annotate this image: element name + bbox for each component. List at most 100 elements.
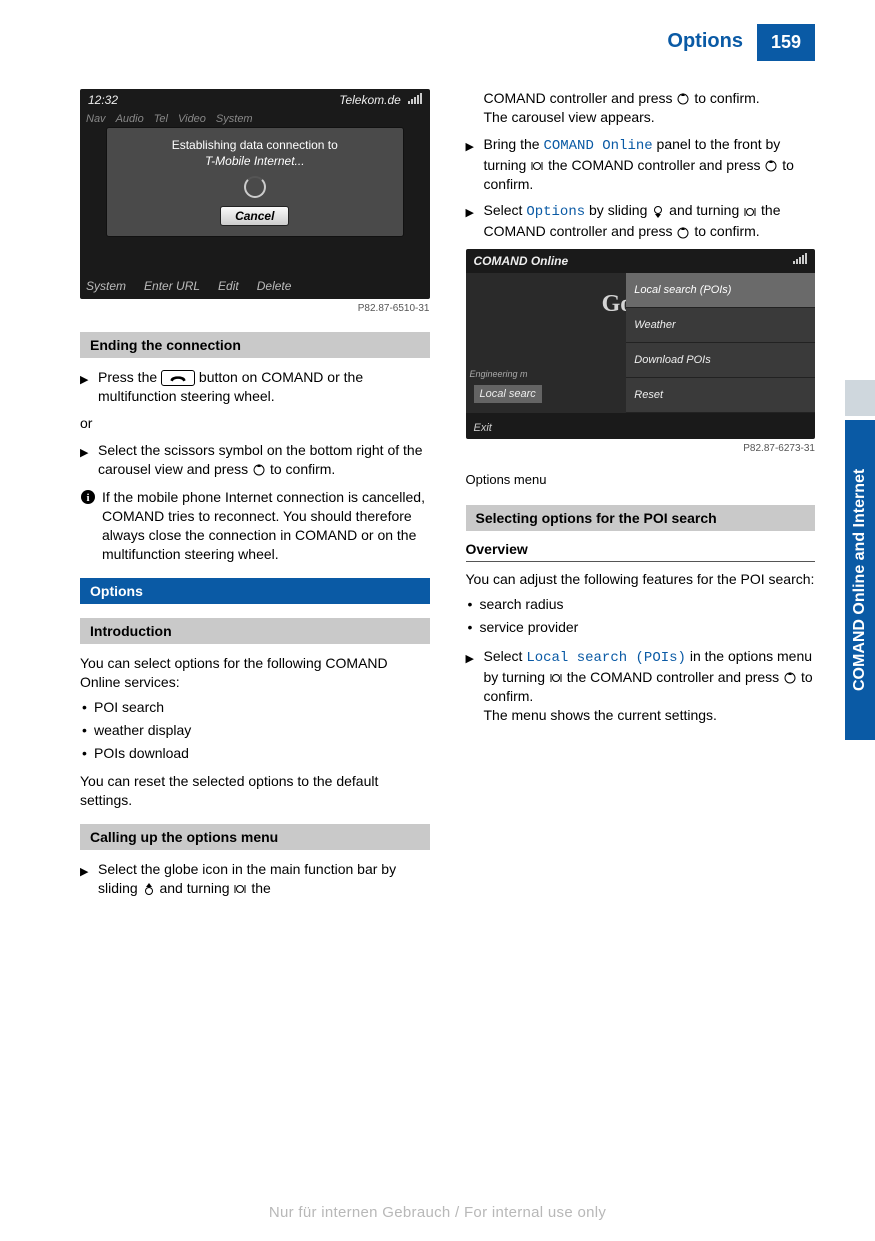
dialog-line2: T-Mobile Internet... bbox=[117, 154, 393, 168]
bottombar-item: System bbox=[86, 279, 126, 293]
svg-text:i: i bbox=[86, 492, 89, 504]
side-tab: COMAND Online and Internet bbox=[845, 420, 875, 740]
menubar-item: System bbox=[216, 113, 253, 125]
triangle-icon bbox=[466, 135, 484, 194]
turn-icon bbox=[743, 205, 757, 219]
subheading-overview: Overview bbox=[466, 541, 816, 562]
info-icon: i bbox=[80, 488, 102, 564]
code-text: COMAND Online bbox=[543, 138, 652, 154]
side-tab-spacer bbox=[845, 380, 875, 416]
step-text: and turning bbox=[159, 880, 233, 896]
press-icon bbox=[783, 671, 797, 685]
step-text: The carousel view appears. bbox=[484, 109, 655, 125]
fig2-title: COMAND Online bbox=[474, 254, 569, 268]
step-text: the COMAND controller and press bbox=[548, 157, 764, 173]
bottombar-item: Delete bbox=[257, 279, 292, 293]
left-column: 12:32 Telekom.de Nav Audio Tel Video Sys… bbox=[80, 89, 430, 906]
page-header: Options 159 bbox=[80, 24, 815, 61]
right-column: COMAND controller and press to confirm. … bbox=[466, 89, 816, 906]
status-carrier: Telekom.de bbox=[339, 93, 401, 107]
step-text: Select bbox=[484, 202, 527, 218]
or-separator: or bbox=[80, 414, 430, 433]
heading-options: Options bbox=[80, 578, 430, 604]
code-text: Options bbox=[526, 204, 585, 220]
turn-icon bbox=[549, 671, 563, 685]
menubar-item: Tel bbox=[154, 113, 168, 125]
step-text: and turning bbox=[669, 202, 743, 218]
options-item-reset[interactable]: Reset bbox=[626, 378, 815, 413]
press-icon bbox=[252, 463, 266, 477]
list-item: search radius bbox=[466, 595, 816, 614]
hangup-button-icon bbox=[161, 370, 195, 386]
list-item: POI search bbox=[80, 698, 430, 717]
step-select-options: Select Options by sliding and turning th… bbox=[466, 201, 816, 241]
step-text: Bring the bbox=[484, 136, 544, 152]
step-bring-comand-online: Bring the COMAND Online panel to the fro… bbox=[466, 135, 816, 194]
slide-up-icon bbox=[142, 882, 156, 896]
step-text: the bbox=[251, 880, 270, 896]
menubar-item: Audio bbox=[116, 113, 144, 125]
figure-options-menu: COMAND Online Go Engineering m Local sea… bbox=[466, 249, 816, 439]
step-text: Press the bbox=[98, 369, 161, 385]
intro-list: POI search weather display POIs download bbox=[80, 698, 430, 763]
fig1-bottombar: System Enter URL Edit Delete bbox=[80, 273, 430, 299]
step-text: to confirm. bbox=[270, 461, 335, 477]
header-title: Options bbox=[667, 24, 757, 61]
bottombar-item: Edit bbox=[218, 279, 239, 293]
figure-establishing-connection: 12:32 Telekom.de Nav Audio Tel Video Sys… bbox=[80, 89, 430, 299]
status-time: 12:32 bbox=[88, 93, 118, 107]
heading-ending-connection: Ending the connection bbox=[80, 332, 430, 358]
fig2-left-pane: Go Engineering m Local searc bbox=[466, 273, 627, 413]
intro-paragraph-2: You can reset the selected options to th… bbox=[80, 772, 430, 810]
fig2-exit[interactable]: Exit bbox=[466, 417, 500, 439]
heading-introduction: Introduction bbox=[80, 618, 430, 644]
heading-selecting-poi-options: Selecting options for the POI search bbox=[466, 505, 816, 531]
options-item-local-search[interactable]: Local search (POIs) bbox=[626, 273, 815, 308]
triangle-icon bbox=[466, 647, 484, 725]
step-text: Select bbox=[484, 648, 527, 664]
fig1-menubar: Nav Audio Tel Video System bbox=[80, 111, 430, 127]
press-icon bbox=[676, 92, 690, 106]
figure2-ref: P82.87-6273-31 bbox=[466, 443, 816, 454]
turn-icon bbox=[233, 882, 247, 896]
triangle-icon bbox=[80, 860, 98, 898]
step-text: COMAND controller and press bbox=[484, 90, 677, 106]
dialog-line1: Establishing data connection to bbox=[117, 138, 393, 152]
press-icon bbox=[764, 159, 778, 173]
step-text: to confirm. bbox=[694, 90, 759, 106]
signal-icon bbox=[793, 254, 807, 264]
menubar-item: Video bbox=[178, 113, 206, 125]
list-item: POIs download bbox=[80, 744, 430, 763]
step-text: The menu shows the current settings. bbox=[484, 707, 717, 723]
turn-icon bbox=[530, 159, 544, 173]
step-text: by sliding bbox=[589, 202, 651, 218]
signal-icon bbox=[408, 94, 422, 104]
google-logo-fragment: Go bbox=[602, 291, 627, 318]
step-select-scissors: Select the scissors symbol on the bottom… bbox=[80, 441, 430, 479]
figure2-caption: Options menu bbox=[466, 472, 816, 487]
fig1-dialog: Establishing data connection to T-Mobile… bbox=[106, 127, 404, 237]
list-item: weather display bbox=[80, 721, 430, 740]
page-number: 159 bbox=[757, 24, 815, 61]
spinner-icon bbox=[244, 176, 266, 198]
step-continuation: COMAND controller and press to confirm. … bbox=[466, 89, 816, 127]
step-text: to confirm. bbox=[694, 223, 759, 239]
fig2-left-label: Local searc bbox=[474, 385, 542, 403]
info-note: i If the mobile phone Internet connectio… bbox=[80, 488, 430, 564]
step-press-hangup: Press the button on COMAND or the multif… bbox=[80, 368, 430, 406]
bottombar-item: Enter URL bbox=[144, 279, 200, 293]
list-item: service provider bbox=[466, 618, 816, 637]
overview-list: search radius service provider bbox=[466, 595, 816, 637]
watermark: Nur für internen Gebrauch / For internal… bbox=[0, 1204, 875, 1221]
triangle-icon bbox=[80, 441, 98, 479]
fig2-left-small: Engineering m bbox=[470, 369, 528, 379]
options-item-weather[interactable]: Weather bbox=[626, 308, 815, 343]
figure1-ref: P82.87-6510-31 bbox=[80, 303, 430, 314]
cancel-button[interactable]: Cancel bbox=[220, 206, 289, 226]
options-item-download-pois[interactable]: Download POIs bbox=[626, 343, 815, 378]
intro-paragraph: You can select options for the following… bbox=[80, 654, 430, 692]
menubar-item: Nav bbox=[86, 113, 106, 125]
heading-calling-options-menu: Calling up the options menu bbox=[80, 824, 430, 850]
triangle-icon bbox=[80, 368, 98, 406]
step-text: the COMAND controller and press bbox=[567, 669, 783, 685]
